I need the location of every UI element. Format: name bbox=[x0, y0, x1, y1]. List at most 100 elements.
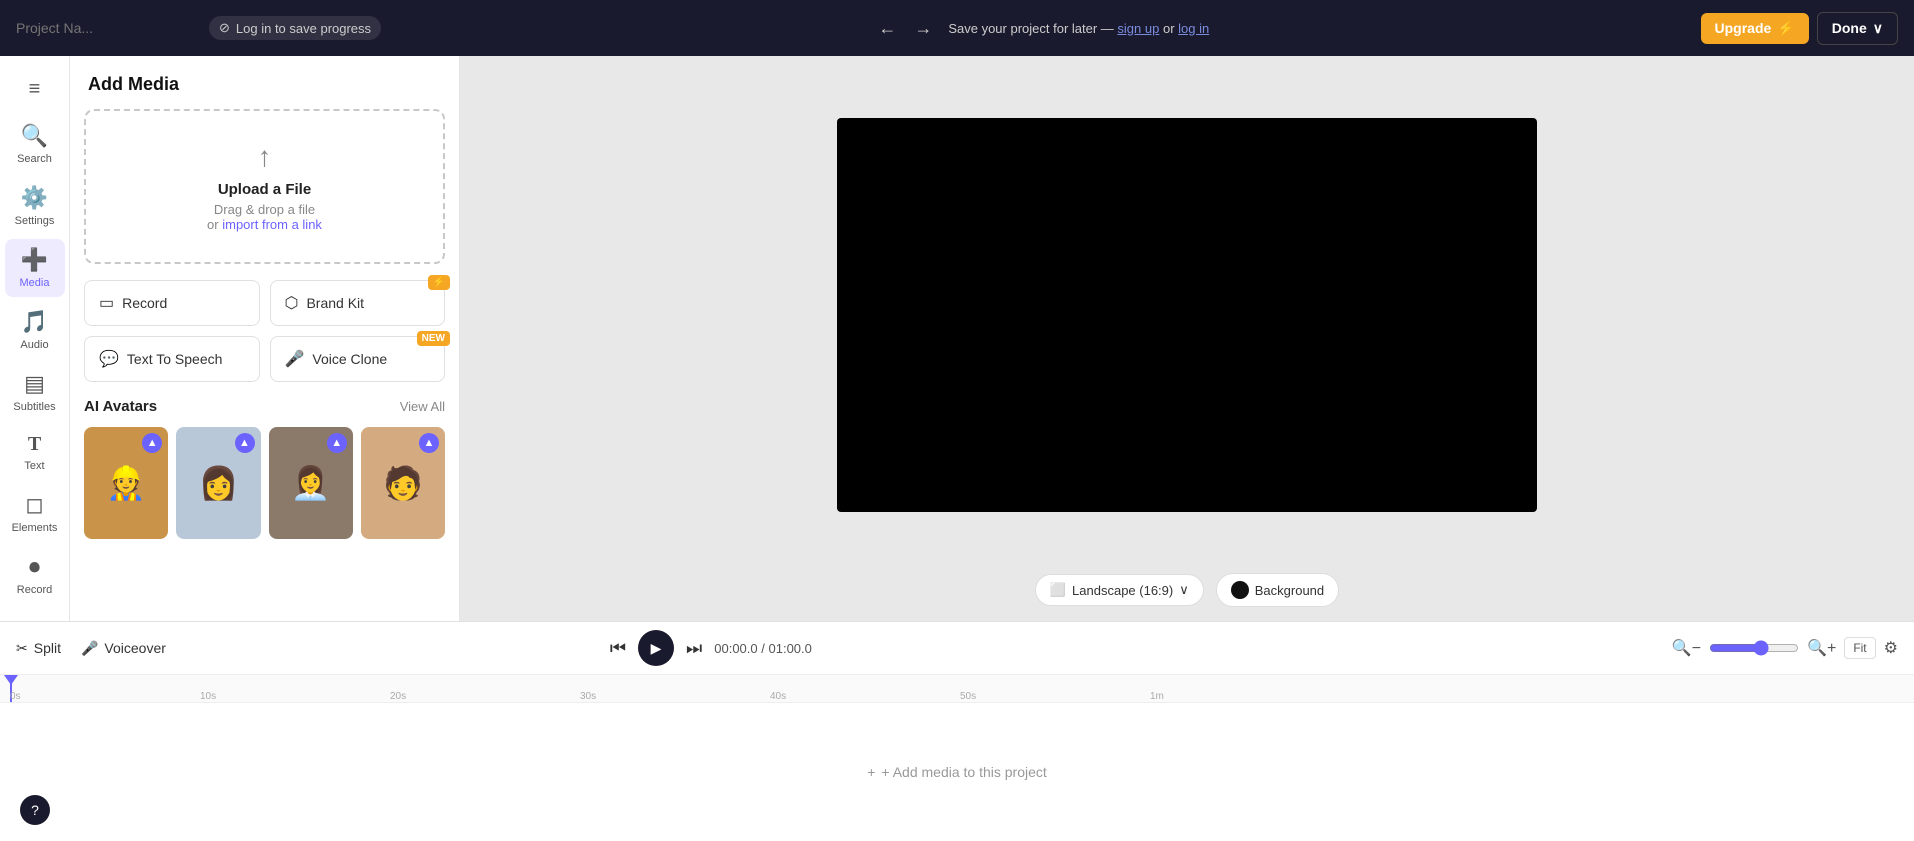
avatars-title: AI Avatars bbox=[84, 398, 157, 415]
sidebar-label-media: Media bbox=[20, 277, 50, 289]
record-btn-icon: ▭ bbox=[99, 293, 114, 313]
main-area: ≡ 🔍 Search ⚙️ Settings ➕ Media 🎵 Audio ▤… bbox=[0, 56, 1914, 621]
text-to-speech-button[interactable]: 💬 Text To Speech bbox=[84, 336, 260, 382]
zoom-slider[interactable] bbox=[1709, 640, 1799, 656]
topbar: ⊘ Log in to save progress ← → Save your … bbox=[0, 0, 1914, 56]
sidebar-item-subtitles[interactable]: ▤ Subtitles bbox=[5, 363, 65, 421]
help-button[interactable]: ? bbox=[20, 795, 50, 825]
topbar-left: ⊘ Log in to save progress bbox=[16, 16, 381, 40]
view-all-button[interactable]: View All bbox=[400, 399, 445, 414]
undo-button[interactable]: ← bbox=[872, 14, 902, 43]
sidebar-item-search[interactable]: 🔍 Search bbox=[5, 115, 65, 173]
sidebar-item-record[interactable]: ⏺ Record bbox=[5, 546, 65, 604]
tick-30s: 30s bbox=[580, 691, 596, 702]
sidebar-item-elements[interactable]: ◻ Elements bbox=[5, 484, 65, 542]
sidebar-label-subtitles: Subtitles bbox=[13, 401, 55, 413]
landscape-icon: ⬜ bbox=[1050, 582, 1066, 598]
voice-clone-button[interactable]: 🎤 Voice Clone NEW bbox=[270, 336, 446, 382]
timeline-ruler: 0s 10s 20s 30s 40s 50s 1m bbox=[0, 675, 1914, 703]
voiceover-button[interactable]: 🎤 Voiceover bbox=[81, 640, 166, 657]
voiceover-label: Voiceover bbox=[104, 640, 165, 656]
done-button[interactable]: Done ∨ bbox=[1817, 12, 1898, 45]
sidebar-label-audio: Audio bbox=[20, 339, 48, 351]
upload-icon: ↑ bbox=[106, 141, 423, 173]
current-time: 00:00.0 / 01:00.0 bbox=[714, 641, 812, 656]
plus-icon: + bbox=[867, 764, 875, 780]
avatar-card-2[interactable]: 👩 ▲ bbox=[176, 427, 260, 539]
aspect-label: Landscape (16:9) bbox=[1072, 583, 1173, 598]
upgrade-label: Upgrade bbox=[1715, 20, 1772, 36]
icon-sidebar: ≡ 🔍 Search ⚙️ Settings ➕ Media 🎵 Audio ▤… bbox=[0, 56, 70, 621]
add-media-panel: Add Media ↑ Upload a File Drag & drop a … bbox=[70, 56, 460, 621]
total-time-value: 01:00.0 bbox=[769, 641, 812, 656]
background-button[interactable]: Background bbox=[1216, 573, 1339, 607]
zoom-out-button[interactable]: 🔍− bbox=[1672, 638, 1701, 658]
lightning-icon: ⚡ bbox=[1777, 20, 1794, 37]
timeline-toolbar: ✂ Split 🎤 Voiceover ⏮ ▶ ⏭ 00:00.0 / 01:0… bbox=[0, 622, 1914, 675]
play-button[interactable]: ▶ bbox=[638, 630, 674, 666]
brand-kit-button[interactable]: ⬡ Brand Kit ⚡ bbox=[270, 280, 446, 326]
fit-button[interactable]: Fit bbox=[1844, 637, 1875, 659]
timeline-tracks[interactable]: + + Add media to this project bbox=[0, 703, 1914, 841]
background-label: Background bbox=[1255, 583, 1324, 598]
tick-10s: 10s bbox=[200, 691, 216, 702]
brand-kit-badge: ⚡ bbox=[428, 275, 450, 290]
playback-controls: ⏮ ▶ ⏭ 00:00.0 / 01:00.0 bbox=[606, 630, 812, 666]
zoom-in-button[interactable]: 🔍+ bbox=[1807, 638, 1836, 658]
offline-badge[interactable]: ⊘ Log in to save progress bbox=[209, 16, 381, 40]
canvas-area: ⬜ Landscape (16:9) ∨ Background bbox=[460, 56, 1914, 621]
project-name-input[interactable] bbox=[16, 20, 197, 36]
split-button[interactable]: ✂ Split bbox=[16, 640, 61, 657]
upload-subtitle: Drag & drop a file or import from a link bbox=[106, 202, 423, 232]
subtitles-icon: ▤ bbox=[24, 371, 45, 397]
timeline-settings-button[interactable]: ⚙ bbox=[1884, 638, 1898, 658]
topbar-right: Upgrade ⚡ Done ∨ bbox=[1701, 12, 1898, 45]
audio-icon: 🎵 bbox=[21, 309, 48, 335]
tick-1m: 1m bbox=[1150, 691, 1164, 702]
import-link[interactable]: import from a link bbox=[222, 217, 322, 232]
save-text: Save your project for later — bbox=[948, 21, 1113, 36]
voice-clone-badge: NEW bbox=[417, 331, 450, 346]
redo-button[interactable]: → bbox=[908, 14, 938, 43]
add-icon: ➕ bbox=[21, 247, 48, 273]
current-time-value: 00:00.0 bbox=[714, 641, 757, 656]
topbar-center: ← → Save your project for later — sign u… bbox=[872, 14, 1209, 43]
sidebar-label-search: Search bbox=[17, 153, 52, 165]
avatar-card-3[interactable]: 👩‍💼 ▲ bbox=[269, 427, 353, 539]
hamburger-icon[interactable]: ≡ bbox=[19, 68, 51, 111]
sidebar-item-media[interactable]: ➕ Media bbox=[5, 239, 65, 297]
tick-20s: 20s bbox=[390, 691, 406, 702]
upload-zone[interactable]: ↑ Upload a File Drag & drop a file or im… bbox=[84, 109, 445, 264]
canvas-controls: ⬜ Landscape (16:9) ∨ Background bbox=[460, 573, 1914, 621]
add-media-text: + Add media to this project bbox=[881, 764, 1046, 780]
sidebar-item-settings[interactable]: ⚙️ Settings bbox=[5, 177, 65, 235]
sidebar-label-text: Text bbox=[24, 460, 44, 472]
avatars-grid: 👷 ▲ 👩 ▲ 👩‍💼 ▲ 🧑 ▲ bbox=[70, 427, 459, 559]
tick-40s: 40s bbox=[770, 691, 786, 702]
fast-forward-button[interactable]: ⏭ bbox=[682, 634, 706, 663]
voice-clone-icon: 🎤 bbox=[285, 349, 305, 369]
sidebar-item-text[interactable]: T Text bbox=[5, 425, 65, 480]
avatar-card-4[interactable]: 🧑 ▲ bbox=[361, 427, 445, 539]
tick-0s: 0s bbox=[10, 691, 21, 702]
playhead-arrow bbox=[4, 675, 18, 685]
rewind-button[interactable]: ⏮ bbox=[606, 634, 630, 663]
panel-title: Add Media bbox=[70, 56, 459, 109]
undo-redo-group: ← → bbox=[872, 14, 938, 43]
upgrade-button[interactable]: Upgrade ⚡ bbox=[1701, 13, 1809, 44]
sign-up-link[interactable]: sign up bbox=[1117, 21, 1159, 36]
log-in-link[interactable]: log in bbox=[1178, 21, 1209, 36]
avatar-card-1[interactable]: 👷 ▲ bbox=[84, 427, 168, 539]
tts-label: Text To Speech bbox=[127, 351, 222, 367]
add-media-hint[interactable]: + + Add media to this project bbox=[867, 764, 1047, 780]
avatars-section-header: AI Avatars View All bbox=[70, 398, 459, 427]
upload-title: Upload a File bbox=[106, 181, 423, 198]
split-label: Split bbox=[34, 640, 61, 656]
sidebar-item-audio[interactable]: 🎵 Audio bbox=[5, 301, 65, 359]
avatar-2-badge: ▲ bbox=[235, 433, 255, 453]
record-button[interactable]: ▭ Record bbox=[84, 280, 260, 326]
canvas-preview bbox=[460, 56, 1914, 573]
or-text: or bbox=[1163, 21, 1175, 36]
sidebar-label-elements: Elements bbox=[12, 522, 58, 534]
aspect-ratio-button[interactable]: ⬜ Landscape (16:9) ∨ bbox=[1035, 574, 1204, 606]
